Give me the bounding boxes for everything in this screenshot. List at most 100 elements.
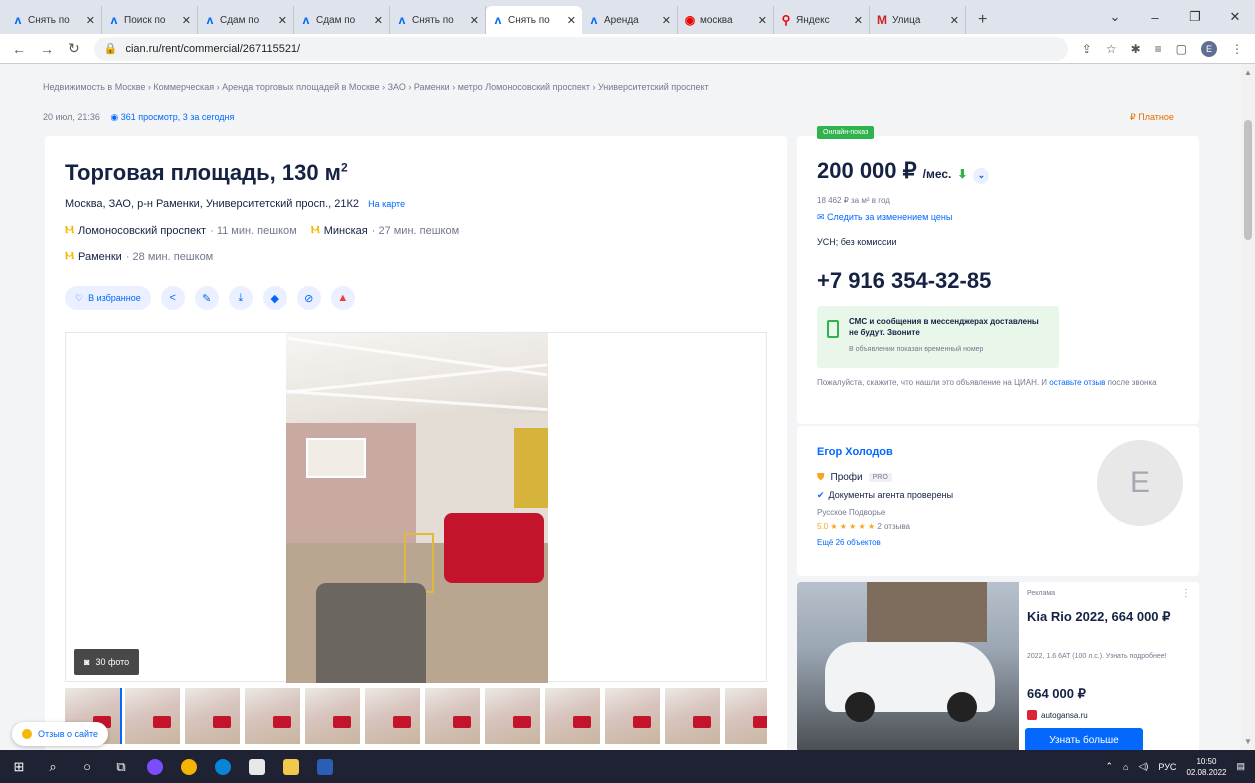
address-text[interactable]: Москва, ЗАО, р-н Раменки, Университетски… xyxy=(65,198,359,210)
close-tab-icon[interactable]: ✕ xyxy=(950,14,959,27)
profile-avatar[interactable]: E xyxy=(1201,40,1217,57)
close-tab-icon[interactable]: ✕ xyxy=(86,14,95,27)
hide-icon[interactable]: ⊘ xyxy=(296,286,321,310)
agent-name[interactable]: Егор Холодов xyxy=(817,446,893,458)
scroll-up-icon[interactable]: ▲ xyxy=(1241,68,1255,77)
close-tab-icon[interactable]: ✕ xyxy=(662,14,671,27)
ad-learn-more-button[interactable]: Узнать больше xyxy=(1025,728,1143,750)
ad-site[interactable]: autogansa.ru xyxy=(1027,710,1088,720)
breadcrumb[interactable]: Недвижимость в Москве › Коммерческая › А… xyxy=(43,82,709,92)
pin-icon[interactable]: ◆ xyxy=(262,286,287,310)
browser-tab[interactable]: ⚲ Яндекс ✕ xyxy=(774,6,870,34)
leave-review-link[interactable]: оставьте отзыв xyxy=(1049,378,1105,387)
forward-icon[interactable]: → xyxy=(40,41,54,57)
thumbnail[interactable] xyxy=(725,688,767,744)
ad-image[interactable] xyxy=(797,582,1019,750)
extensions-icon[interactable]: ✱ xyxy=(1131,42,1141,56)
menu-icon[interactable]: ⋮ xyxy=(1231,42,1243,56)
restore-button[interactable]: ❐ xyxy=(1175,9,1215,25)
photo-gallery[interactable]: ◙ 30 фото xyxy=(65,332,767,683)
browser-tab[interactable]: ◉ москва ✕ xyxy=(678,6,774,34)
scrollbar-thumb[interactable] xyxy=(1244,120,1252,240)
volume-icon[interactable]: ◁) xyxy=(1138,761,1148,772)
new-tab-button[interactable]: + xyxy=(966,6,999,34)
chrome-icon[interactable] xyxy=(174,750,204,783)
thumbnail[interactable] xyxy=(185,688,240,744)
app-icon[interactable] xyxy=(140,750,170,783)
share-icon[interactable]: < xyxy=(160,286,185,310)
thumbnail[interactable] xyxy=(245,688,300,744)
notifications-icon[interactable]: ▤ xyxy=(1236,761,1245,772)
main-photo[interactable] xyxy=(286,333,548,683)
browser-tab[interactable]: ᴧ Сдам по ✕ xyxy=(198,6,294,34)
ad-card[interactable]: Реклама ⋮ Kia Rio 2022, 664 000 ₽ 2022, … xyxy=(797,582,1199,750)
reload-icon[interactable]: ↻ xyxy=(68,40,80,57)
metro-station-2[interactable]: Ⲙ Минская · 27 мин. пешком xyxy=(311,224,459,237)
side-panel-icon[interactable]: ▢ xyxy=(1176,42,1187,56)
metro-station-1[interactable]: Ⲙ Ломоносовский проспект · 11 мин. пешком xyxy=(65,224,297,237)
start-icon[interactable]: ⊞ xyxy=(4,750,34,783)
browser-tab[interactable]: ᴧ Снять по ✕ xyxy=(486,6,582,34)
tab-search-icon[interactable]: ⌄ xyxy=(1095,9,1135,25)
favorite-button[interactable]: ♡ В избранное xyxy=(65,286,151,310)
ad-menu-icon[interactable]: ⋮ xyxy=(1181,588,1191,599)
task-view-icon[interactable]: ⧉ xyxy=(106,750,136,783)
thumbnail[interactable] xyxy=(425,688,480,744)
bookmark-star-icon[interactable]: ☆ xyxy=(1106,42,1117,56)
follow-price-link[interactable]: ✉ Следить за изменением цены xyxy=(817,212,952,223)
phone-number[interactable]: +7 916 354-32-85 xyxy=(817,268,991,294)
report-icon[interactable]: ▲ xyxy=(330,286,355,310)
thumbnail[interactable] xyxy=(485,688,540,744)
metro-station-3[interactable]: Ⲙ Раменки · 28 мин. пешком xyxy=(65,250,213,263)
store-icon[interactable] xyxy=(242,750,272,783)
avatar[interactable]: E xyxy=(1097,440,1183,526)
thumbnail[interactable] xyxy=(605,688,660,744)
close-window-button[interactable]: ✕ xyxy=(1215,9,1255,25)
thumbnail[interactable] xyxy=(125,688,180,744)
reading-list-icon[interactable]: ≡ xyxy=(1155,42,1162,56)
back-icon[interactable]: ← xyxy=(12,41,26,57)
thumbnail[interactable] xyxy=(365,688,420,744)
language-indicator[interactable]: РУС xyxy=(1158,762,1176,772)
thumbnail[interactable] xyxy=(665,688,720,744)
close-tab-icon[interactable]: ✕ xyxy=(758,14,767,27)
network-icon[interactable]: ⌂ xyxy=(1123,762,1128,772)
close-tab-icon[interactable]: ✕ xyxy=(374,14,383,27)
photo-count-badge[interactable]: ◙ 30 фото xyxy=(74,649,140,675)
word-icon[interactable] xyxy=(310,750,340,783)
search-icon[interactable]: ⌕ xyxy=(38,750,68,783)
close-tab-icon[interactable]: ✕ xyxy=(278,14,287,27)
browser-tab[interactable]: ᴧ Снять по ✕ xyxy=(390,6,486,34)
edge-icon[interactable] xyxy=(208,750,238,783)
explorer-icon[interactable] xyxy=(276,750,306,783)
browser-tab[interactable]: ᴧ Сдам по ✕ xyxy=(294,6,390,34)
scroll-down-icon[interactable]: ▼ xyxy=(1241,737,1255,746)
agent-rating[interactable]: 5.0 ★ ★ ★ ★ ★ 2 отзыва xyxy=(817,522,910,531)
browser-tab[interactable]: M Улица ✕ xyxy=(870,6,966,34)
close-tab-icon[interactable]: ✕ xyxy=(470,14,479,27)
page-scrollbar[interactable]: ▲ ▼ xyxy=(1241,64,1255,750)
minimize-button[interactable]: – xyxy=(1135,10,1175,25)
download-icon[interactable]: ⤓ xyxy=(228,286,253,310)
paid-badge[interactable]: ₽ Платное xyxy=(1130,112,1174,123)
url-field[interactable]: 🔒 cian.ru/rent/commercial/267115521/ xyxy=(93,36,1068,61)
views-link[interactable]: ◉ 361 просмотр, 3 за сегодня xyxy=(110,112,234,122)
browser-tab[interactable]: ᴧ Снять по ✕ xyxy=(6,6,102,34)
more-objects-link[interactable]: Ещё 26 объектов xyxy=(817,538,881,547)
share-icon[interactable]: ⇪ xyxy=(1082,42,1092,56)
clock[interactable]: 10:50 02.08.2022 xyxy=(1186,756,1226,778)
close-tab-icon[interactable]: ✕ xyxy=(854,14,863,27)
site-feedback-button[interactable]: Отзыв о сайте xyxy=(12,722,109,746)
close-tab-icon[interactable]: ✕ xyxy=(182,14,191,27)
browser-tab[interactable]: ᴧ Поиск по ✕ xyxy=(102,6,198,34)
on-map-link[interactable]: На карте xyxy=(368,199,405,209)
ad-title[interactable]: Kia Rio 2022, 664 000 ₽ xyxy=(1027,608,1187,625)
cortana-icon[interactable]: ○ xyxy=(72,750,102,783)
browser-tab[interactable]: ᴧ Аренда ✕ xyxy=(582,6,678,34)
close-tab-icon[interactable]: ✕ xyxy=(567,14,576,27)
tray-arrow-icon[interactable]: ⌃ xyxy=(1106,761,1114,772)
edit-icon[interactable]: ✎ xyxy=(194,286,219,310)
thumbnail[interactable] xyxy=(305,688,360,744)
thumbnail[interactable] xyxy=(545,688,600,744)
price-dropdown-icon[interactable]: ⌄ xyxy=(973,167,990,184)
